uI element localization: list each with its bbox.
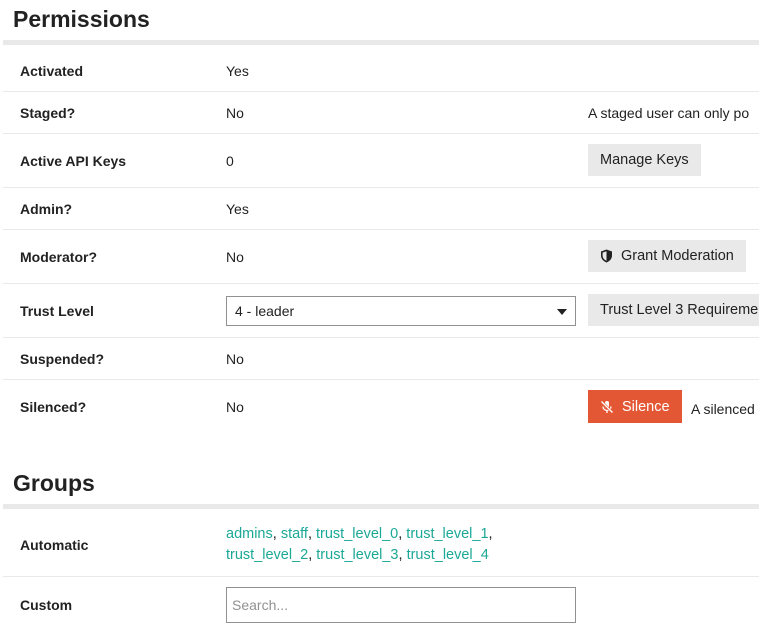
- caret-down-icon: [557, 309, 567, 315]
- silenced-value: No: [226, 399, 244, 415]
- row-moderator: Moderator? No Grant Moderation: [3, 230, 759, 284]
- trust-level-selected-value: 4 - leader: [235, 303, 295, 319]
- staged-label: Staged?: [20, 105, 76, 121]
- trust-level-select[interactable]: 4 - leader: [226, 296, 576, 326]
- activated-value: Yes: [226, 63, 249, 79]
- suspended-value: No: [226, 351, 244, 367]
- silenced-description: A silenced: [691, 401, 755, 417]
- suspended-label: Suspended?: [20, 351, 105, 367]
- silenced-label: Silenced?: [20, 399, 87, 415]
- moderator-label: Moderator?: [20, 249, 97, 265]
- admin-value: Yes: [226, 201, 249, 217]
- row-trust-level: Trust Level 4 - leader Trust Level 3 Req…: [3, 284, 759, 338]
- row-activated: Activated Yes: [3, 45, 759, 92]
- row-suspended: Suspended? No: [3, 338, 759, 380]
- group-link[interactable]: trust_level_2: [226, 547, 308, 563]
- silence-button-label: Silence: [622, 398, 670, 415]
- group-link[interactable]: trust_level_0: [316, 526, 398, 542]
- custom-groups-label: Custom: [20, 597, 73, 613]
- silence-button[interactable]: Silence: [588, 390, 682, 423]
- row-automatic-groups: Automatic admins, staff, trust_level_0, …: [3, 509, 759, 577]
- microphone-slash-icon: [600, 400, 614, 414]
- custom-groups-search-input[interactable]: [226, 587, 576, 623]
- permissions-heading: Permissions: [13, 6, 150, 32]
- moderator-value: No: [226, 249, 244, 265]
- row-admin: Admin? Yes: [3, 188, 759, 230]
- automatic-groups-list: admins, staff, trust_level_0, trust_leve…: [226, 526, 493, 563]
- row-api-keys: Active API Keys 0 Manage Keys: [3, 134, 759, 188]
- trust-level-requirements-button[interactable]: Trust Level 3 Requireme: [588, 294, 759, 326]
- row-silenced: Silenced? No Silence A silenced: [3, 380, 759, 434]
- api-keys-value: 0: [226, 153, 234, 169]
- group-link[interactable]: trust_level_1: [406, 526, 488, 542]
- groups-heading: Groups: [13, 470, 95, 496]
- row-staged: Staged? No A staged user can only po: [3, 92, 759, 134]
- staged-value: No: [226, 105, 244, 121]
- staged-description: A staged user can only po: [588, 105, 750, 121]
- group-link[interactable]: admins: [226, 526, 273, 542]
- row-custom-groups: Custom: [3, 577, 759, 630]
- grant-moderation-button[interactable]: Grant Moderation: [588, 240, 746, 272]
- trust-level-requirements-button-label: Trust Level 3 Requireme: [600, 302, 759, 318]
- group-link[interactable]: trust_level_4: [407, 547, 489, 563]
- grant-moderation-button-label: Grant Moderation: [621, 248, 734, 264]
- automatic-groups-label: Automatic: [20, 537, 89, 553]
- group-link[interactable]: trust_level_3: [316, 547, 398, 563]
- activated-label: Activated: [20, 63, 84, 79]
- manage-keys-button[interactable]: Manage Keys: [588, 144, 701, 176]
- group-link[interactable]: staff: [281, 526, 308, 542]
- trust-level-label: Trust Level: [20, 303, 94, 319]
- shield-icon: [600, 249, 613, 263]
- admin-label: Admin?: [20, 201, 73, 217]
- manage-keys-button-label: Manage Keys: [600, 152, 689, 168]
- api-keys-label: Active API Keys: [20, 153, 127, 169]
